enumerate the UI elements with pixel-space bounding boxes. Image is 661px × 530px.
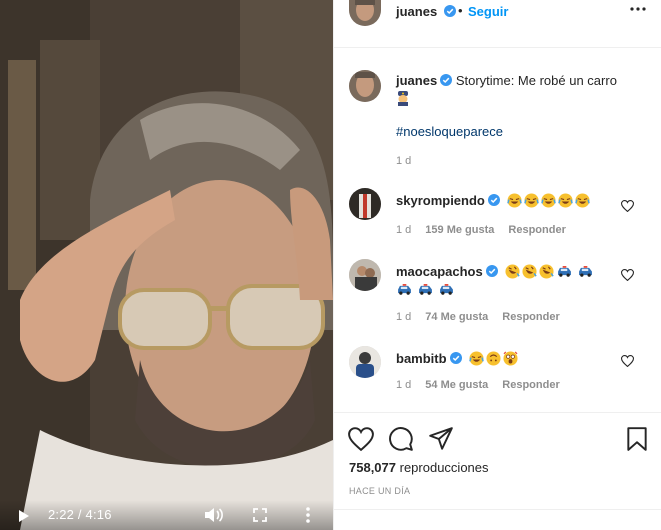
caption-username[interactable]: juanes [396, 73, 437, 88]
rolling-laughing-emoji-icon [522, 264, 537, 279]
fullscreen-button[interactable] [252, 507, 268, 523]
bookmark-icon[interactable] [624, 426, 650, 452]
rolling-laughing-emoji-icon [505, 264, 520, 279]
author-username[interactable]: juanes [396, 4, 456, 19]
comment-avatar[interactable] [349, 346, 381, 378]
reply-button[interactable]: Responder [502, 379, 559, 391]
play-icon [19, 510, 29, 522]
police-car-emoji-icon [440, 284, 453, 295]
astonished-face-emoji-icon [503, 351, 518, 366]
post-actions: 758,077 reproducciones HACE UN DÍA [334, 412, 661, 530]
upside-down-face-emoji-icon [486, 351, 501, 366]
view-count-label: reproducciones [399, 460, 489, 475]
comment-avatar[interactable] [349, 188, 381, 220]
volume-icon [205, 508, 223, 522]
comment-meta: 1 d 74 Me gusta Responder [396, 311, 574, 323]
comment-body: maocapachos [396, 263, 621, 299]
caption-body: Storytime: Me robé un carro [455, 73, 617, 88]
police-officer-emoji-icon [398, 91, 408, 106]
comment-body: skyrompiendo [396, 192, 621, 210]
video-time: 2:22 / 4:16 [48, 507, 112, 522]
video-options-button[interactable] [303, 506, 313, 524]
vertical-dots-icon [306, 507, 310, 523]
comment-body: bambitb [396, 350, 621, 368]
like-heart-icon[interactable] [621, 200, 634, 212]
rolling-laughing-emoji-icon [539, 264, 554, 279]
video-frame [0, 0, 333, 530]
crying-laughing-emoji-icon [541, 193, 556, 208]
fullscreen-icon [253, 508, 267, 522]
author-avatar[interactable] [349, 0, 381, 26]
post-timestamp[interactable]: HACE UN DÍA [349, 486, 410, 496]
hashtag-link[interactable]: #noesloqueparece [396, 124, 503, 139]
separator-dot: • [458, 3, 463, 18]
verified-badge-icon [443, 5, 456, 17]
caption-timestamp[interactable]: 1 d [396, 155, 411, 167]
crying-laughing-emoji-icon [558, 193, 573, 208]
more-options-icon[interactable] [630, 4, 646, 14]
comment-likes[interactable]: 159 Me gusta [425, 224, 494, 236]
verified-badge-icon [485, 265, 498, 277]
like-heart-icon[interactable] [621, 355, 634, 367]
crying-laughing-emoji-icon [524, 193, 539, 208]
comment-meta: 1 d 159 Me gusta Responder [396, 224, 580, 236]
verified-badge-icon [449, 352, 462, 364]
police-car-emoji-icon [558, 266, 571, 277]
comment-timestamp[interactable]: 1 d [396, 311, 411, 323]
crying-laughing-emoji-icon [469, 351, 484, 366]
comment-likes[interactable]: 54 Me gusta [425, 379, 488, 391]
police-car-emoji-icon [398, 284, 411, 295]
comment-username[interactable]: skyrompiendo [396, 193, 485, 208]
view-count-number: 758,077 [349, 460, 396, 475]
crying-laughing-emoji-icon [507, 193, 522, 208]
share-paper-plane-icon[interactable] [428, 426, 454, 452]
video-controls: 2:22 / 4:16 [0, 500, 333, 530]
verified-badge-icon [487, 194, 500, 206]
police-car-emoji-icon [419, 284, 432, 295]
reply-button[interactable]: Responder [502, 311, 559, 323]
comment-avatar[interactable] [349, 259, 381, 291]
like-heart-icon[interactable] [621, 269, 634, 281]
comment-meta: 1 d 54 Me gusta Responder [396, 379, 574, 391]
volume-button[interactable] [204, 506, 224, 524]
post-panel: juanes • Seguir juanes Storytime: Me rob… [333, 0, 661, 530]
comment-username[interactable]: maocapachos [396, 264, 483, 279]
play-button[interactable] [16, 508, 32, 524]
follow-button[interactable]: Seguir [468, 4, 508, 19]
caption-text: juanes Storytime: Me robé un carro [396, 72, 646, 108]
verified-badge-icon [440, 74, 453, 86]
author-username-text: juanes [396, 4, 438, 19]
police-car-emoji-icon [579, 266, 592, 277]
reply-button[interactable]: Responder [508, 224, 565, 236]
comment-box-divider [334, 509, 661, 530]
like-heart-icon[interactable] [348, 426, 374, 452]
view-count[interactable]: 758,077 reproducciones [349, 460, 489, 475]
post-header: juanes • Seguir [334, 0, 661, 48]
crying-laughing-emoji-icon [575, 193, 590, 208]
comment-likes[interactable]: 74 Me gusta [425, 311, 488, 323]
comment-timestamp[interactable]: 1 d [396, 379, 411, 391]
comment-timestamp[interactable]: 1 d [396, 224, 411, 236]
comment-bubble-icon[interactable] [388, 426, 414, 452]
comment-username[interactable]: bambitb [396, 351, 447, 366]
caption-author-avatar[interactable] [349, 70, 381, 102]
video-player[interactable]: 2:22 / 4:16 [0, 0, 333, 530]
